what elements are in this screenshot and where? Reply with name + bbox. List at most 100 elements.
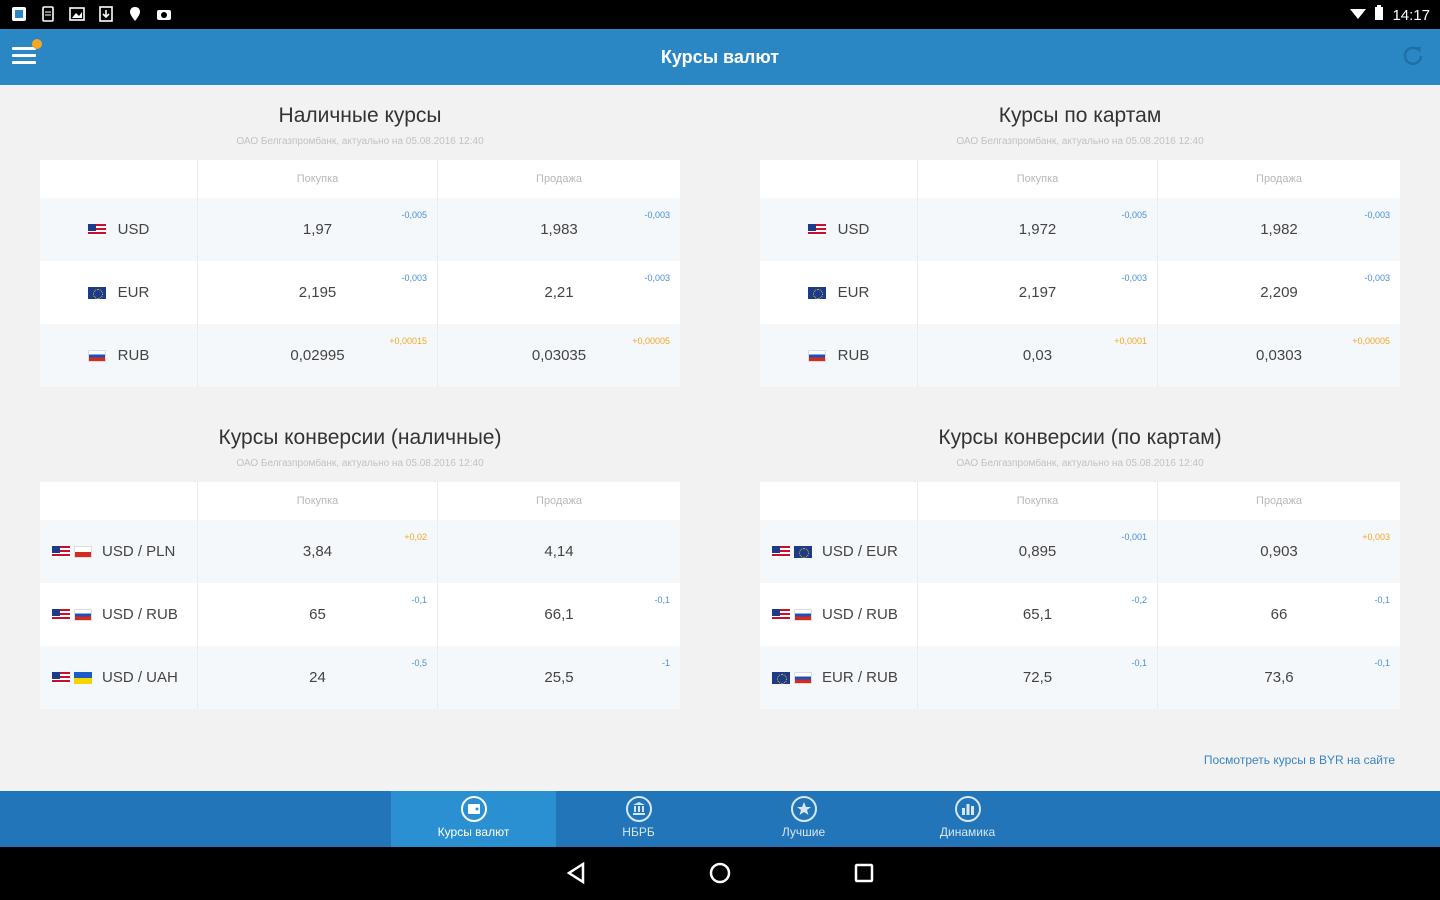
header-buy: Покупка [918,160,1158,198]
buy-change: -0,1 [411,595,427,605]
sell-change: -0,1 [1374,595,1390,605]
sell-change: +0,00005 [1352,336,1390,346]
section-subtitle: ОАО Белгазпромбанк, актуально на 05.08.2… [236,458,484,469]
sell-rate: 0,03035 [531,347,587,364]
recents-icon[interactable] [851,860,877,886]
currency-code: USD / UAH [102,669,178,686]
currency-cell: USD / EUR [760,520,918,583]
section-card-rates: Курсы по картам ОАО Белгазпромбанк, акту… [760,101,1400,387]
sell-change: +0,00005 [632,336,670,346]
buy-change: -0,005 [401,210,427,220]
sell-cell: 4,14 [438,520,680,583]
buy-change: -0,003 [1121,273,1147,283]
back-icon[interactable] [563,860,589,886]
nav-tab-rates[interactable]: Курсы валют [391,791,556,847]
currency-cell: USD [40,198,198,261]
rates-table: Покупка Продажа USD / PLN 3,84 +0,02 4,1… [40,482,680,709]
flag-us-icon [87,223,106,236]
sell-change: -0,003 [1364,210,1390,220]
flags [772,671,812,684]
table-row: USD / RUB 65 -0,1 66,1 -0,1 [40,583,680,646]
nav-tab-dynamics[interactable]: Динамика [885,791,1050,847]
header-currency [40,482,198,520]
buy-cell: 2,197 -0,003 [918,261,1158,324]
table-row: EUR / RUB 72,5 -0,1 73,6 -0,1 [760,646,1400,709]
buy-change: -0,2 [1131,595,1147,605]
sell-rate: 1,982 [1260,221,1298,238]
table-row: USD / RUB 65,1 -0,2 66 -0,1 [760,583,1400,646]
flag-ru-icon [74,608,92,621]
camera-icon [155,5,173,23]
sell-cell: 0,903 +0,003 [1158,520,1400,583]
section-card-conversion: Курсы конверсии (по картам) ОАО Белгазпр… [760,423,1400,709]
buy-cell: 0,895 -0,001 [918,520,1158,583]
sell-change: -0,1 [1374,658,1390,668]
buy-rate: 65,1 [1022,606,1053,623]
sell-rate: 25,5 [544,669,574,686]
buy-change: -0,1 [1131,658,1147,668]
flags [772,608,812,621]
header-buy: Покупка [198,482,438,520]
flags [772,545,812,558]
system-navigation-bar [0,847,1440,900]
flag-eu-icon [807,286,826,299]
buy-cell: 3,84 +0,02 [198,520,438,583]
buy-rate: 0,02995 [290,347,345,364]
flags [807,349,826,362]
header-sell: Продажа [1256,173,1302,185]
status-bar: 14:17 [0,0,1440,29]
buy-rate: 72,5 [1022,669,1053,686]
buy-change: -0,001 [1121,532,1147,542]
buy-cell: 2,195 -0,003 [198,261,438,324]
nav-tab-best[interactable]: Лучшие [721,791,886,847]
buy-change: +0,02 [404,532,427,542]
currency-code: USD [837,221,870,238]
buy-change: +0,00015 [389,336,427,346]
bottom-navigation: Курсы валют НБРБ Лучшие Динамика [0,791,1440,847]
table-row: USD 1,972 -0,005 1,982 -0,003 [760,198,1400,261]
sell-cell: 66 -0,1 [1158,583,1400,646]
nav-tab-nbrb[interactable]: НБРБ [556,791,721,847]
sell-cell: 73,6 -0,1 [1158,646,1400,709]
buy-change: +0,0001 [1114,336,1147,346]
star-icon [790,795,818,823]
location-icon [126,5,144,23]
sell-change: +0,003 [1362,532,1390,542]
currency-code: USD / PLN [102,543,176,560]
currency-cell: EUR [40,261,198,324]
flag-ru-icon [794,608,812,621]
header-sell: Продажа [536,173,582,185]
flag-eu-icon [772,671,790,684]
home-icon[interactable] [707,860,733,886]
currency-code: USD / RUB [822,606,898,623]
sell-change: -0,003 [644,210,670,220]
currency-cell: USD / RUB [40,583,198,646]
buy-cell: 1,972 -0,005 [918,198,1158,261]
sell-rate: 66 [1270,606,1288,623]
table-row: EUR 2,195 -0,003 2,21 -0,003 [40,261,680,324]
flag-us-icon [772,608,790,621]
header-currency [760,482,918,520]
sell-rate: 0,0303 [1256,347,1302,364]
section-subtitle: ОАО Белгазпромбанк, актуально на 05.08.2… [956,136,1204,147]
flags [87,349,106,362]
flags [52,545,92,558]
header-sell: Продажа [1256,495,1302,507]
refresh-icon[interactable] [1400,43,1428,71]
table-row: EUR 2,197 -0,003 2,209 -0,003 [760,261,1400,324]
currency-cell: USD / UAH [40,646,198,709]
flag-us-icon [772,545,790,558]
currency-code: EUR [117,284,150,301]
view-byr-rates-link[interactable]: Посмотреть курсы в BYR на сайте [1204,753,1395,767]
flag-pl-icon [74,545,92,558]
sell-cell: 2,209 -0,003 [1158,261,1400,324]
flag-us-icon [52,671,70,684]
chart-icon [954,795,982,823]
section-title: Курсы конверсии (наличные) [218,426,502,449]
flags [52,608,92,621]
table-row: RUB 0,02995 +0,00015 0,03035 +0,00005 [40,324,680,387]
currency-code: EUR / RUB [822,669,898,686]
buy-rate: 1,972 [1018,221,1057,238]
table-row: USD / PLN 3,84 +0,02 4,14 [40,520,680,583]
buy-cell: 0,03 +0,0001 [918,324,1158,387]
